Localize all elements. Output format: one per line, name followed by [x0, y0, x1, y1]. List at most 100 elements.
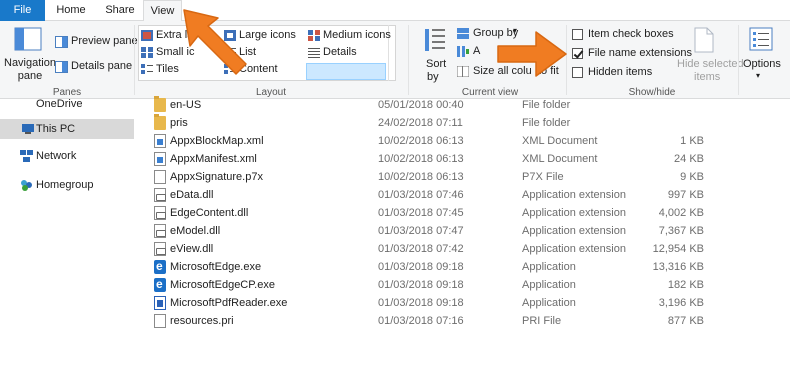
- hidden-items-checkbox[interactable]: [572, 67, 583, 78]
- list-item[interactable]: MicrosoftEdgeCP.exe 01/03/2018 09:18 App…: [150, 275, 710, 294]
- file-date: 01/03/2018 07:45: [378, 207, 464, 219]
- item-check-boxes-checkbox[interactable]: [572, 29, 583, 40]
- details-selection-highlight: [306, 63, 386, 80]
- file-type: File folder: [522, 117, 571, 129]
- details-pane-button[interactable]: Details pane: [55, 60, 133, 76]
- nav-item-label: OneDrive: [36, 98, 83, 110]
- file-name-extensions-checkbox[interactable]: [572, 48, 583, 59]
- list-item[interactable]: EdgeContent.dll 01/03/2018 07:45 Applica…: [150, 204, 710, 222]
- item-check-boxes-label: Item check boxes: [588, 28, 674, 40]
- file-name-extensions-option[interactable]: File name extensions: [572, 47, 692, 62]
- list-item[interactable]: en-US 05/01/2018 00:40 File folder: [150, 96, 710, 114]
- hidden-items-option[interactable]: Hidden items: [572, 66, 682, 81]
- network-icon: [20, 150, 33, 162]
- preview-pane-button[interactable]: Preview pane: [55, 35, 138, 51]
- file-size: 12,954 KB: [652, 243, 704, 255]
- add-columns-label: A: [473, 45, 481, 57]
- sort-by-label-line2: by: [427, 71, 439, 83]
- group-by-icon: [457, 28, 469, 39]
- file-name: resources.pri: [170, 315, 234, 327]
- file-date: 01/03/2018 07:46: [378, 189, 464, 201]
- file-date: 01/03/2018 07:47: [378, 225, 464, 237]
- sort-icon: [425, 29, 445, 51]
- layout-medium-icons[interactable]: Medium icons: [308, 29, 391, 44]
- file-name: MicrosoftEdgeCP.exe: [170, 279, 275, 291]
- file-name: MicrosoftEdge.exe: [170, 261, 262, 273]
- list-item[interactable]: AppxSignature.p7x 10/02/2018 06:13 P7X F…: [150, 168, 710, 186]
- annotation-arrow-view-tab-icon: [183, 9, 247, 75]
- nav-item-onedrive[interactable]: OneDrive: [0, 94, 134, 114]
- file-date: 01/03/2018 09:18: [378, 279, 464, 291]
- layout-details[interactable]: Details: [308, 46, 388, 61]
- list-item[interactable]: eData.dll 01/03/2018 07:46 Application e…: [150, 186, 710, 204]
- file-icon: [154, 170, 166, 184]
- file-date: 05/01/2018 00:40: [378, 99, 464, 111]
- dll-file-icon: [154, 188, 166, 202]
- file-size: 1 KB: [680, 135, 704, 147]
- list-item[interactable]: eView.dll 01/03/2018 07:42 Application e…: [150, 240, 710, 258]
- annotation-arrow-file-extensions-icon: [497, 31, 567, 77]
- list-item[interactable]: AppxManifest.xml 10/02/2018 06:13 XML Do…: [150, 150, 710, 168]
- tab-file[interactable]: File: [0, 0, 45, 21]
- file-date: 01/03/2018 09:18: [378, 297, 464, 309]
- edge-app-icon: [154, 275, 166, 293]
- file-name: MicrosoftPdfReader.exe: [170, 297, 288, 309]
- tab-share[interactable]: Share: [100, 0, 140, 21]
- navigation-pane-button[interactable]: Navigation pane: [3, 25, 56, 83]
- file-name: eModel.dll: [170, 225, 221, 237]
- file-date: 10/02/2018 06:13: [378, 171, 464, 183]
- list-item[interactable]: AppxBlockMap.xml 10/02/2018 06:13 XML Do…: [150, 132, 710, 150]
- details-icon: [308, 48, 320, 58]
- hide-selected-items-label-line2: items: [694, 71, 721, 83]
- extra-large-icons-icon: [141, 30, 153, 41]
- folder-icon: [154, 114, 166, 130]
- sort-by-button[interactable]: Sort by: [417, 25, 453, 83]
- hide-selected-items-icon: [694, 27, 714, 53]
- dll-file-icon: [154, 206, 166, 220]
- file-name: eData.dll: [170, 189, 214, 201]
- preview-pane-label: Preview pane: [71, 35, 138, 47]
- ribbon-tab-bar: File Home Share View: [0, 0, 790, 22]
- xml-file-icon: [154, 134, 166, 148]
- size-columns-icon: [457, 66, 469, 77]
- options-button[interactable]: Options ▾: [741, 25, 783, 83]
- file-size: 13,316 KB: [652, 261, 704, 273]
- file-name: pris: [170, 117, 188, 129]
- nav-item-this-pc[interactable]: This PC: [0, 119, 134, 139]
- small-icons-icon: [141, 47, 153, 58]
- file-name: AppxBlockMap.xml: [170, 135, 264, 147]
- file-date: 24/02/2018 07:11: [378, 117, 463, 129]
- add-columns-button[interactable]: A: [457, 45, 497, 60]
- list-item[interactable]: eModel.dll 01/03/2018 07:47 Application …: [150, 222, 710, 240]
- tiles-label: Tiles: [156, 63, 179, 75]
- separator: [134, 25, 135, 95]
- details-pane-icon: [55, 61, 68, 73]
- nav-item-network[interactable]: Network: [0, 146, 134, 166]
- file-type: File folder: [522, 99, 571, 111]
- list-item[interactable]: MicrosoftEdge.exe 01/03/2018 09:18 Appli…: [150, 257, 710, 276]
- file-name: en-US: [170, 99, 202, 111]
- list-item[interactable]: resources.pri 01/03/2018 07:16 PRI File …: [150, 312, 710, 330]
- list-item[interactable]: pris 24/02/2018 07:11 File folder: [150, 114, 710, 132]
- nav-item-homegroup[interactable]: Homegroup: [0, 175, 134, 195]
- details-pane-label: Details pane: [71, 60, 133, 72]
- separator: [738, 25, 739, 95]
- hide-selected-items-button[interactable]: Hide selected items: [674, 25, 744, 83]
- file-date: 10/02/2018 06:13: [378, 153, 464, 165]
- folder-icon: [154, 96, 166, 112]
- medium-icons-icon: [308, 30, 320, 41]
- list-item[interactable]: MicrosoftPdfReader.exe 01/03/2018 09:18 …: [150, 294, 710, 312]
- item-check-boxes-option[interactable]: Item check boxes: [572, 28, 682, 43]
- file-name: AppxManifest.xml: [170, 153, 257, 165]
- xml-file-icon: [154, 152, 166, 166]
- file-size: 24 KB: [674, 153, 704, 165]
- nav-item-label: Network: [36, 150, 77, 162]
- file-date: 10/02/2018 06:13: [378, 135, 464, 147]
- edge-app-icon: [154, 257, 166, 275]
- file-size: 3,196 KB: [658, 297, 704, 309]
- file-size: 877 KB: [667, 315, 704, 327]
- file-icon: [154, 314, 166, 328]
- file-size: 182 KB: [667, 279, 704, 291]
- tab-home[interactable]: Home: [50, 0, 92, 21]
- tab-view[interactable]: View: [143, 0, 182, 22]
